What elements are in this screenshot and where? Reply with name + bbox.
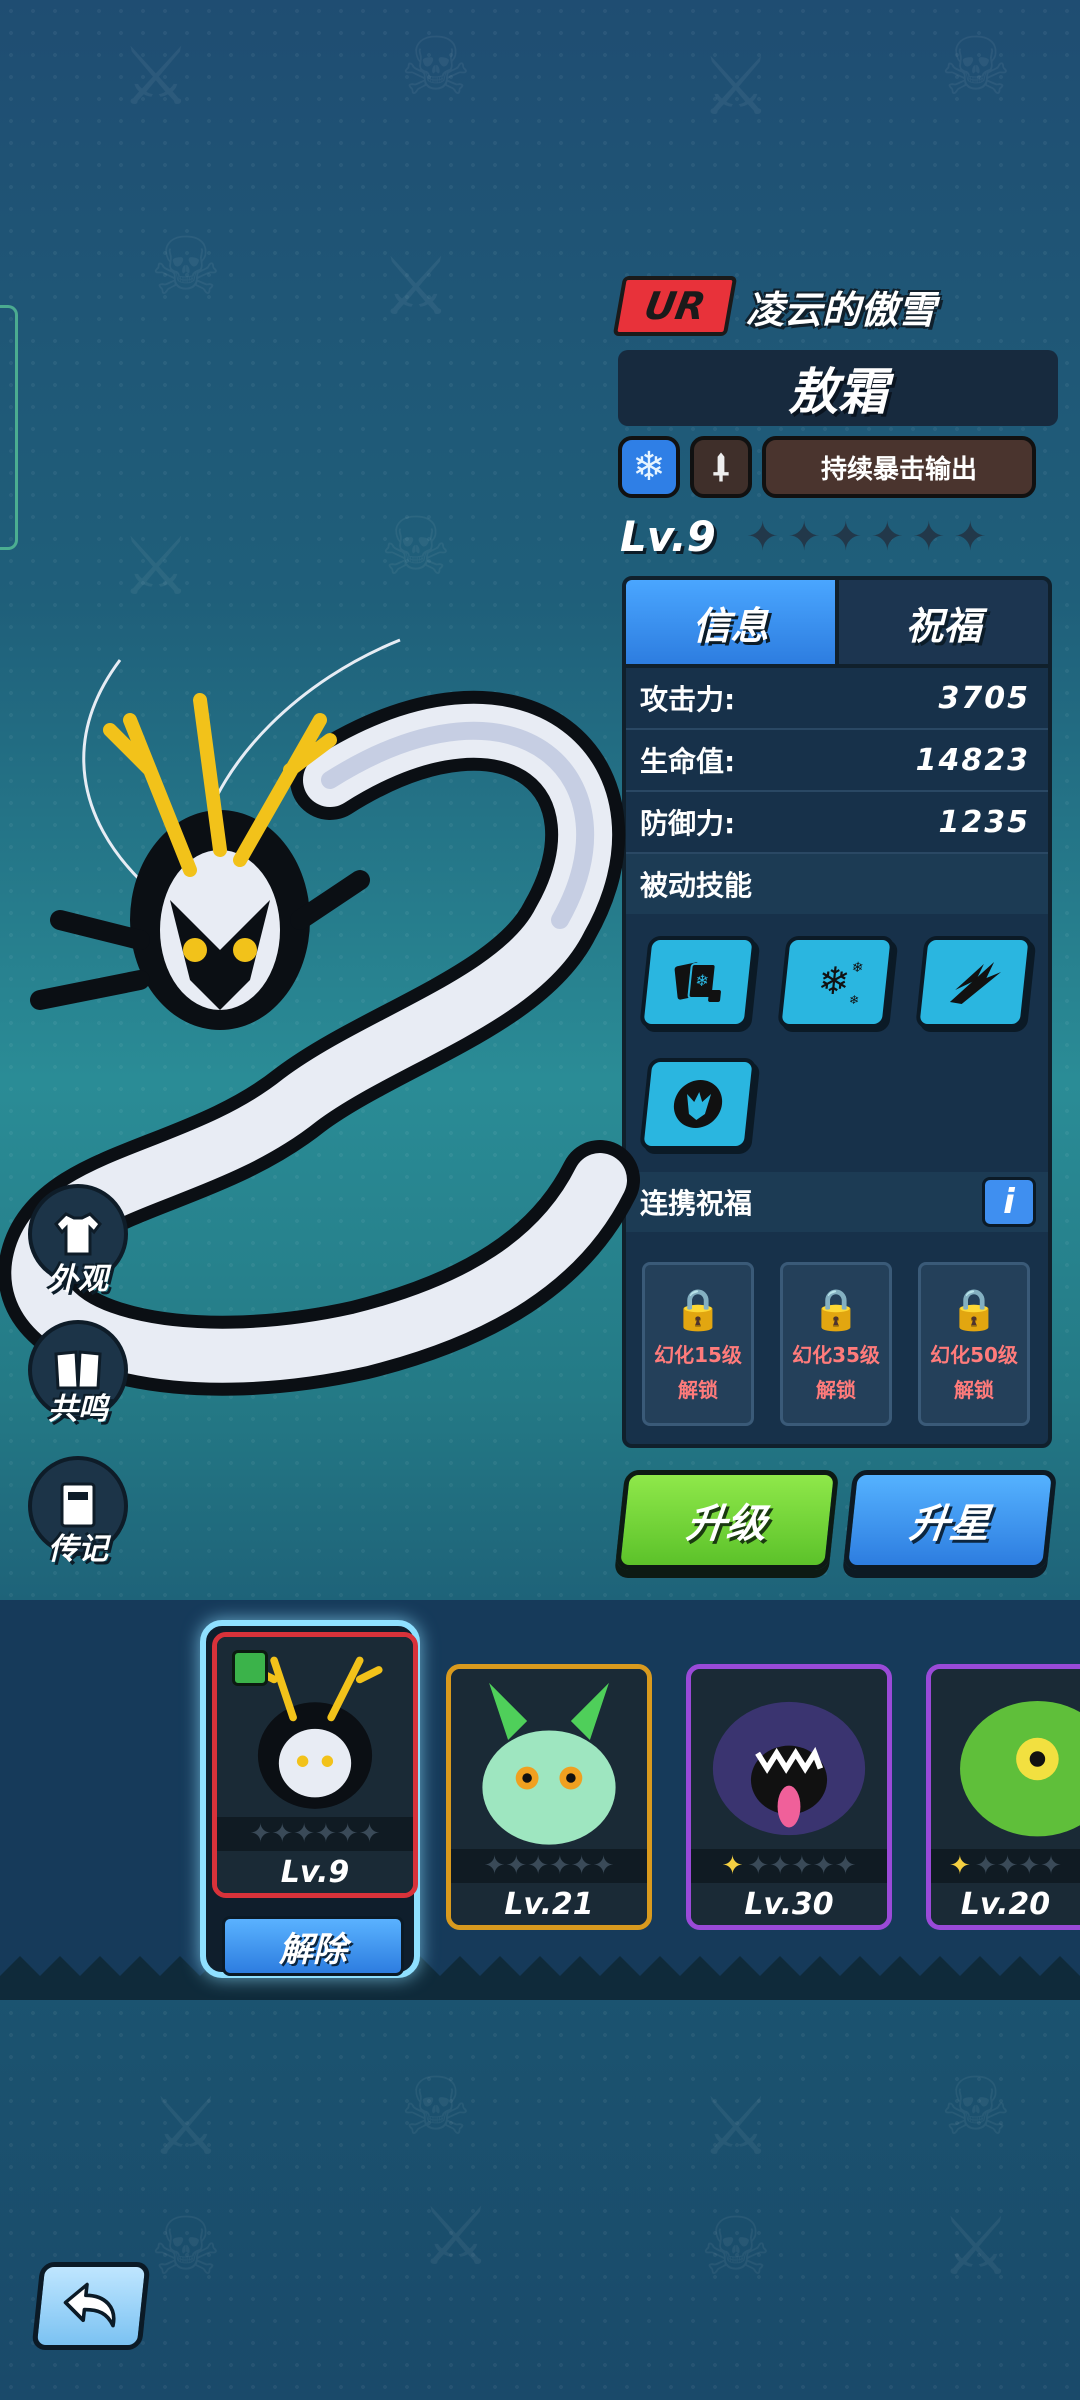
- stat-row-hp: 生命值: 14823: [626, 730, 1048, 792]
- blessing-locks: 🔒 幻化15级 解锁 🔒 幻化35级 解锁 🔒 幻化50级 解锁: [626, 1232, 1048, 1426]
- pet-frame: ✦ ✦✦✦✦✦ Lv.30: [686, 1664, 892, 1930]
- gold-star-icon: ✦: [721, 1851, 744, 1881]
- svg-text:❄: ❄: [851, 960, 864, 976]
- pet-frame: ✦✦✦✦✦✦ Lv.21: [446, 1664, 652, 1930]
- unlock-label: 解锁: [816, 1377, 856, 1402]
- stat-value: 1235: [938, 804, 1030, 840]
- panel-tabs: 信息 祝福: [626, 580, 1048, 668]
- biography-label: 传记: [48, 1532, 108, 1567]
- combo-blessing-title: 连携祝福: [640, 1187, 753, 1220]
- stat-row-defense: 防御力: 1235: [626, 792, 1048, 854]
- shadow-beast-portrait: [712, 1701, 866, 1836]
- dragon-artwork: [0, 638, 640, 1396]
- unlock-requirement: 幻化35级: [792, 1342, 880, 1367]
- tab-info[interactable]: 信息: [626, 580, 835, 664]
- stat-row-attack: 攻击力: 3705: [626, 668, 1048, 730]
- star-icon: ✦: [911, 513, 948, 560]
- sword-class-icon[interactable]: [690, 436, 752, 498]
- side-drawer-edge[interactable]: [0, 305, 18, 550]
- pet-card: ✦✦✦✦✦✦ Lv.9: [212, 1632, 418, 1898]
- combo-blessing-header: 连携祝福 i: [626, 1172, 1048, 1232]
- locked-slot[interactable]: 🔒 幻化35级 解锁: [780, 1262, 892, 1426]
- appearance-label: 外观: [48, 1262, 108, 1297]
- lock-icon: 🔒: [811, 1286, 861, 1333]
- svg-text:❄: ❄: [694, 971, 709, 990]
- pet-card[interactable]: ✦ ✦✦✦✦✦ Lv.30: [686, 1664, 892, 1930]
- pet-name: 敖霜: [618, 350, 1058, 426]
- svg-text:❄: ❄: [848, 993, 860, 1007]
- slime-beast-portrait: [960, 1700, 1080, 1837]
- pet-card[interactable]: ✦✦✦✦✦✦ Lv.21: [446, 1664, 652, 1930]
- star-icon: ✦: [953, 513, 989, 560]
- pet-title: 凌云的傲雪: [746, 287, 937, 332]
- pet-stars: ✦✦✦✦✦✦: [451, 1849, 647, 1883]
- star-icon: ✦: [870, 513, 906, 560]
- stat-label: 防御力:: [640, 807, 736, 840]
- back-arrow-icon: [63, 2282, 116, 2328]
- unlock-label: 解锁: [678, 1377, 718, 1402]
- back-button[interactable]: [31, 2262, 151, 2350]
- ice-element-icon[interactable]: ❄: [618, 436, 680, 498]
- stat-label: 攻击力:: [640, 683, 736, 716]
- locked-slot[interactable]: 🔒 幻化15级 解锁: [642, 1262, 754, 1426]
- roster-spikes: [0, 1956, 1080, 2000]
- pet-card-level: Lv.9: [280, 1855, 350, 1890]
- tags-row: ❄ 持续暴击输出: [618, 436, 1036, 498]
- unequip-button[interactable]: 解除: [222, 1916, 404, 1976]
- dragon-head-icon[interactable]: [639, 1058, 757, 1150]
- unlock-label: 解锁: [954, 1377, 994, 1402]
- level-row: Lv.9 ✦ ✦ ✦ ✦ ✦ ✦: [620, 512, 989, 561]
- passive-skills-grid: ❄ ❄ ❄ ❄: [626, 914, 1048, 1172]
- passive-skills-title: 被动技能: [640, 869, 753, 902]
- lock-icon: 🔒: [673, 1286, 723, 1333]
- locked-slot[interactable]: 🔒 幻化50级 解锁: [918, 1262, 1030, 1426]
- pet-card-level: Lv.21: [504, 1887, 594, 1922]
- tab-blessing[interactable]: 祝福: [835, 580, 1048, 664]
- pet-stars: ✦ ✦✦✦✦: [931, 1849, 1080, 1883]
- trait-pill[interactable]: 持续暴击输出: [762, 436, 1036, 498]
- cards-icon[interactable]: ❄: [639, 936, 757, 1028]
- pet-frame: ✦ ✦✦✦✦ Lv.20: [926, 1664, 1080, 1930]
- rank-row: UR 凌云的傲雪: [612, 276, 937, 336]
- snowflake-icon[interactable]: ❄ ❄ ❄: [777, 936, 895, 1028]
- upgrade-button[interactable]: 升级: [614, 1470, 840, 1570]
- lock-icon: 🔒: [949, 1286, 999, 1333]
- star-icon: ✦: [787, 513, 823, 560]
- pet-stars: ✦✦✦✦✦✦: [217, 1817, 413, 1851]
- equipped-badge-icon: [232, 1650, 268, 1686]
- stat-value: 14823: [915, 742, 1030, 778]
- pet-card-level: Lv.20: [960, 1887, 1051, 1922]
- info-panel: 信息 祝福 攻击力: 3705 生命值: 14823 防御力: 1235 被动技…: [622, 576, 1052, 1448]
- unlock-requirement: 幻化15级: [654, 1342, 742, 1367]
- passive-skills-header: 被动技能: [626, 854, 1048, 914]
- svg-text:❄: ❄: [816, 959, 852, 1003]
- star-rating: ✦ ✦ ✦ ✦ ✦ ✦: [746, 514, 989, 560]
- stat-value: 3705: [938, 680, 1030, 716]
- gold-star-icon: ✦: [949, 1851, 971, 1881]
- pet-level: Lv.9: [620, 512, 716, 561]
- stat-label: 生命值:: [640, 745, 736, 778]
- resonance-label: 共鸣: [48, 1392, 108, 1427]
- pet-card-level: Lv.30: [744, 1887, 834, 1922]
- selected-pet-card[interactable]: ✦✦✦✦✦✦ Lv.9 解除: [200, 1620, 420, 1978]
- star-icon: ✦: [828, 513, 865, 560]
- claw-icon[interactable]: [915, 936, 1033, 1028]
- star-icon: ✦: [745, 513, 782, 560]
- info-button[interactable]: i: [982, 1177, 1036, 1227]
- leaf-beast-portrait: [482, 1682, 616, 1845]
- unlock-requirement: 幻化50级: [930, 1342, 1018, 1367]
- star-up-button[interactable]: 升星: [842, 1470, 1058, 1570]
- pet-card[interactable]: ✦ ✦✦✦✦ Lv.20: [926, 1664, 1080, 1930]
- rarity-badge: UR: [612, 276, 738, 336]
- pet-stars: ✦✦✦✦✦✦: [691, 1849, 887, 1883]
